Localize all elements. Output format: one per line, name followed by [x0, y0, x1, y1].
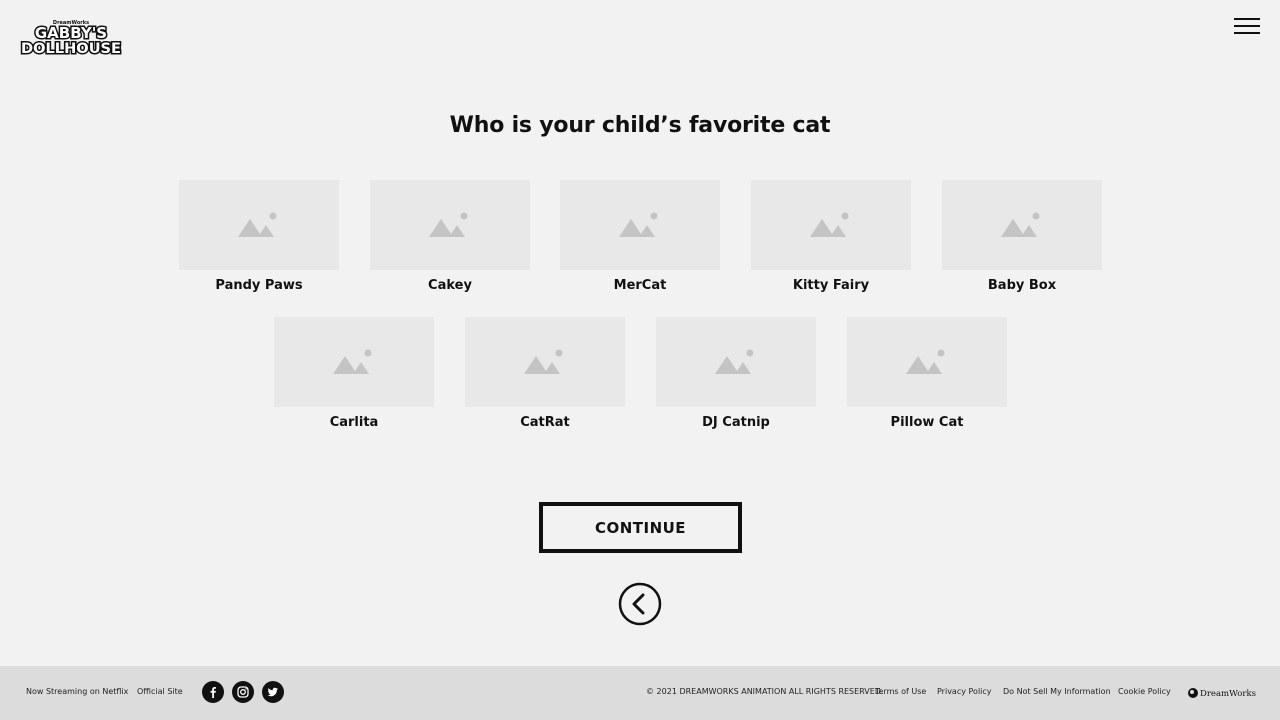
cat-option-label: Cakey [428, 278, 472, 293]
cat-option-thumbnail [560, 180, 720, 270]
terms-of-use-link[interactable]: Terms of Use [875, 687, 926, 696]
cat-option-thumbnail [179, 180, 339, 270]
logo-line2: DOLLHOUSE [21, 41, 121, 56]
footer: Now Streaming on Netflix Official Site ©… [0, 666, 1280, 720]
cat-option-thumbnail [847, 317, 1007, 407]
cat-option-thumbnail [942, 180, 1102, 270]
cat-option-label: Pillow Cat [890, 415, 964, 430]
cat-option-card[interactable]: MerCat [560, 180, 720, 293]
cat-option-thumbnail [751, 180, 911, 270]
cookie-policy-link[interactable]: Cookie Policy [1118, 687, 1171, 696]
cat-option-label: Carlita [329, 415, 379, 430]
cat-option-card[interactable]: Baby Box [942, 180, 1102, 293]
cat-option-card[interactable]: Pandy Paws [179, 180, 339, 293]
cat-option-label: DJ Catnip [702, 415, 770, 430]
gabbys-dollhouse-logo[interactable]: DreamWorks GABBY'S DOLLHOUSE [20, 18, 123, 59]
image-placeholder-icon [810, 212, 849, 237]
cat-option-card[interactable]: Carlita [274, 317, 434, 430]
cat-option-card[interactable]: CatRat [465, 317, 625, 430]
cat-option-thumbnail [274, 317, 434, 407]
official-site-link[interactable]: Official Site [137, 687, 183, 696]
continue-button[interactable]: CONTINUE [539, 502, 742, 553]
copyright-text: © 2021 DREAMWORKS ANIMATION ALL RIGHTS R… [646, 687, 884, 696]
facebook-icon[interactable] [202, 681, 224, 703]
image-placeholder-icon [333, 349, 372, 374]
cat-option-card[interactable]: DJ Catnip [656, 317, 816, 430]
now-streaming-link[interactable]: Now Streaming on Netflix [26, 687, 128, 696]
chevron-left-circle-icon [618, 582, 662, 626]
dreamworks-logo-text: DreamWorks [1200, 689, 1256, 698]
image-placeholder-icon [906, 349, 945, 374]
back-button[interactable] [618, 582, 662, 626]
do-not-sell-link[interactable]: Do Not Sell My Information [1003, 687, 1111, 696]
cat-option-thumbnail [370, 180, 530, 270]
image-placeholder-icon [619, 212, 658, 237]
image-placeholder-icon [1001, 212, 1040, 237]
cat-option-label: MerCat [613, 278, 667, 293]
hamburger-menu-icon[interactable] [1232, 15, 1262, 37]
cat-option-card[interactable]: Cakey [370, 180, 530, 293]
cat-option-card[interactable]: Kitty Fairy [751, 180, 911, 293]
cat-option-card[interactable]: Pillow Cat [847, 317, 1007, 430]
logo-line1: GABBY'S [35, 24, 107, 42]
twitter-icon[interactable] [262, 681, 284, 703]
cat-option-label: CatRat [520, 415, 570, 430]
cat-option-label: Pandy Paws [215, 278, 303, 293]
quiz-question: Who is your child’s favorite cat [449, 113, 831, 138]
privacy-policy-link[interactable]: Privacy Policy [937, 687, 992, 696]
image-placeholder-icon [238, 212, 277, 237]
cat-option-label: Kitty Fairy [792, 278, 870, 293]
dreamworks-logo[interactable]: DreamWorks [1187, 685, 1257, 699]
image-placeholder-icon [524, 349, 563, 374]
instagram-icon[interactable] [232, 681, 254, 703]
cat-option-thumbnail [465, 317, 625, 407]
cat-option-label: Baby Box [987, 278, 1057, 293]
image-placeholder-icon [429, 212, 468, 237]
image-placeholder-icon [715, 349, 754, 374]
cat-option-thumbnail [656, 317, 816, 407]
